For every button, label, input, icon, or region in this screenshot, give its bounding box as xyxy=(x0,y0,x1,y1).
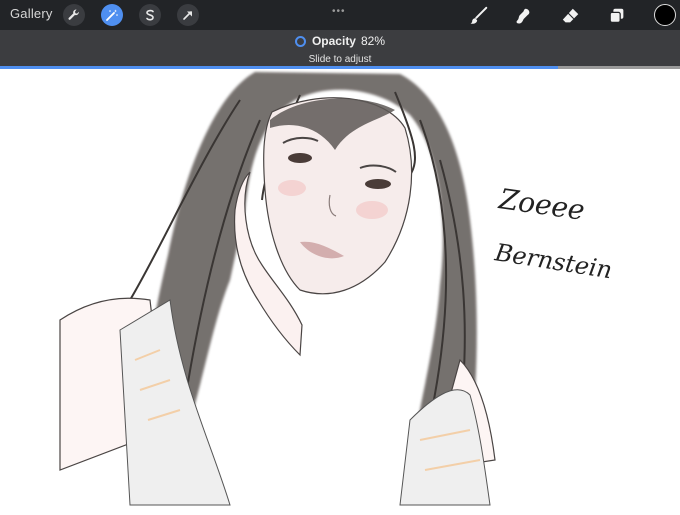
opacity-panel[interactable]: Opacity 82% Slide to adjust xyxy=(0,30,680,66)
opacity-hint: Slide to adjust xyxy=(308,54,372,65)
brush-icon[interactable] xyxy=(468,5,490,27)
eraser-icon[interactable] xyxy=(560,5,582,27)
right-cheek xyxy=(356,201,388,219)
gallery-button[interactable]: Gallery xyxy=(10,6,53,21)
transform-arrow-icon[interactable] xyxy=(177,4,199,26)
magic-wand-icon[interactable] xyxy=(101,4,123,26)
selection-s-icon[interactable] xyxy=(139,4,161,26)
opacity-readout: Opacity 82% xyxy=(0,34,680,48)
layers-icon[interactable] xyxy=(606,5,628,27)
artwork: Zoeee Bernstein xyxy=(59,72,614,506)
color-picker-swatch[interactable] xyxy=(654,4,676,26)
opacity-label: Opacity xyxy=(311,34,356,48)
more-options-handle[interactable]: ••• xyxy=(332,6,346,17)
smudge-icon[interactable] xyxy=(512,5,534,27)
left-eye xyxy=(288,153,312,163)
drawing-canvas[interactable]: Zoeee Bernstein xyxy=(0,69,680,510)
signature-line1: Zoeee xyxy=(496,182,587,227)
opacity-value: 82% xyxy=(360,34,386,48)
opacity-icon xyxy=(294,36,306,47)
signature-line2: Bernstein xyxy=(492,238,614,284)
left-cheek xyxy=(278,180,306,196)
top-toolbar: Gallery ••• xyxy=(0,0,680,30)
wrench-icon[interactable] xyxy=(63,4,85,26)
right-eye xyxy=(365,179,391,189)
